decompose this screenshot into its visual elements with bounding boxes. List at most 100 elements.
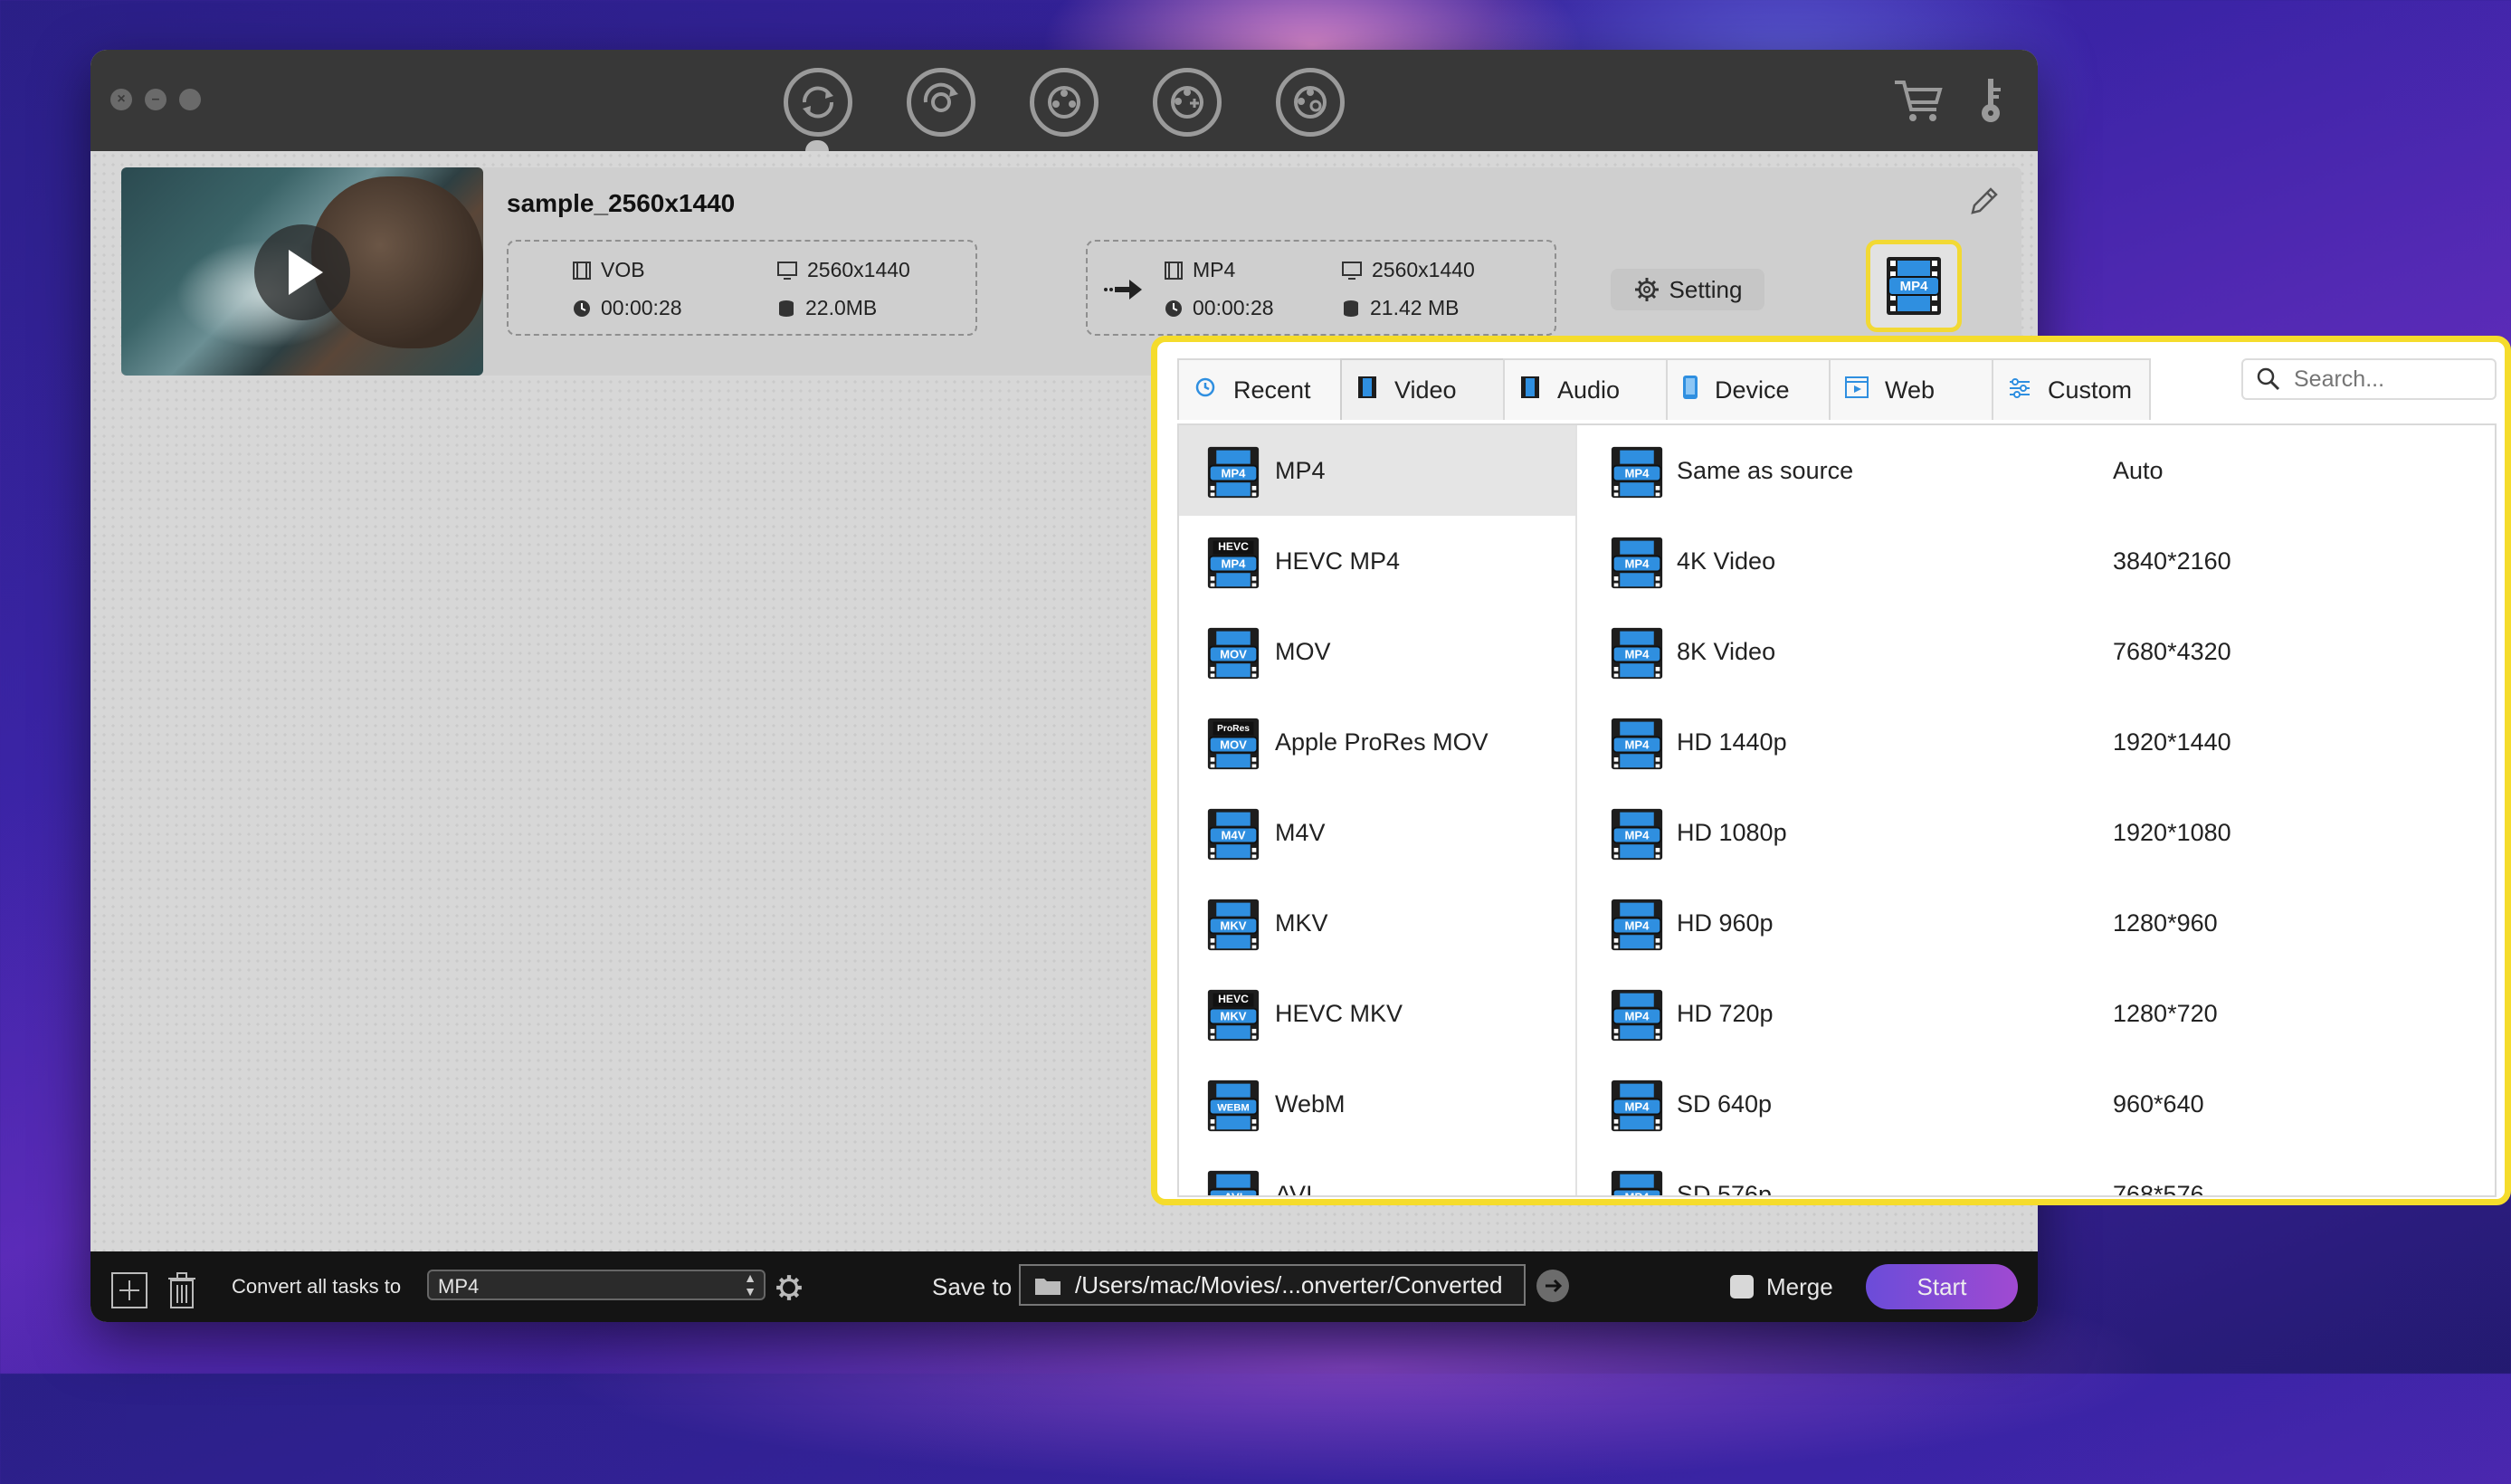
- format-item[interactable]: ProRes MOV Apple ProRes MOV: [1179, 697, 1575, 787]
- rotate-tool-button[interactable]: [907, 68, 975, 137]
- mp4-format-icon: MP4: [1611, 1080, 1663, 1132]
- search-input[interactable]: [2292, 365, 2495, 394]
- svg-text:MP4: MP4: [1625, 557, 1650, 571]
- format-item[interactable]: MOV MOV: [1179, 606, 1575, 697]
- format-label: HEVC MKV: [1275, 999, 1403, 1027]
- preset-name: SD 576p: [1677, 1180, 1773, 1197]
- format-list: MP4 MP4 HEVC MP4 HEVC MP4 MOV MOV ProRes…: [1179, 425, 1577, 1195]
- mov-format-icon: ProRes MOV: [1207, 718, 1260, 770]
- add-file-icon[interactable]: [110, 1271, 148, 1309]
- format-item[interactable]: MKV MKV: [1179, 878, 1575, 968]
- preset-item[interactable]: MP4 HD 720p 1280*720: [1577, 968, 2495, 1059]
- preset-name: HD 960p: [1677, 908, 1774, 937]
- svg-text:HEVC: HEVC: [1218, 540, 1249, 553]
- source-info-box: VOB 2560x1440 00:00:28 22.0MB: [507, 240, 977, 336]
- preset-item[interactable]: MP4 HD 1440p 1920*1440: [1577, 697, 2495, 787]
- preset-resolution: 1920*1080: [2113, 818, 2231, 846]
- format-item[interactable]: AVI AVI: [1179, 1149, 1575, 1197]
- trash-icon[interactable]: [165, 1271, 199, 1309]
- preset-item[interactable]: MP4 HD 960p 1280*960: [1577, 878, 2495, 968]
- tab-web[interactable]: Web: [1829, 358, 1993, 420]
- film-reel-icon: [1048, 86, 1080, 119]
- format-icon-wrap: M4V: [1206, 807, 1260, 866]
- preset-resolution: Auto: [2113, 456, 2164, 484]
- save-to-label: Save to: [932, 1273, 1013, 1300]
- media-tool-button[interactable]: [1276, 68, 1345, 137]
- setting-button[interactable]: Setting: [1611, 269, 1764, 310]
- open-folder-button[interactable]: [1536, 1270, 1569, 1302]
- svg-text:WEBM: WEBM: [1217, 1103, 1250, 1114]
- tab-audio[interactable]: Audio: [1503, 358, 1668, 420]
- convert-tool-button[interactable]: [784, 68, 852, 137]
- preset-item[interactable]: MP4 Same as source Auto: [1577, 425, 2495, 516]
- edit-pencil-icon[interactable]: [1967, 186, 2000, 218]
- bottom-bar: Convert all tasks to MP4 ▲ ▼ Save to /Use…: [90, 1251, 2038, 1322]
- preset-icon-wrap: MP4: [1610, 717, 1664, 775]
- tab-label: Video: [1394, 376, 1457, 404]
- merge-checkbox[interactable]: [1730, 1275, 1754, 1298]
- compress-tool-button[interactable]: [1153, 68, 1222, 137]
- format-label: MOV: [1275, 637, 1331, 665]
- m4v-format-icon: M4V: [1207, 808, 1260, 861]
- webm-format-icon: WEBM: [1207, 1080, 1260, 1132]
- tab-video[interactable]: Video: [1340, 358, 1505, 420]
- play-button[interactable]: [254, 224, 350, 320]
- preset-resolution: 1920*1440: [2113, 728, 2231, 756]
- file-name: sample_2560x1440: [507, 189, 736, 217]
- svg-text:MP4: MP4: [1222, 467, 1247, 480]
- tab-label: Custom: [2048, 376, 2133, 404]
- format-item[interactable]: HEVC MKV HEVC MKV: [1179, 968, 1575, 1059]
- target-info-box[interactable]: MP4 2560x1440 00:00:28 21.42 MB: [1086, 240, 1556, 336]
- preset-item[interactable]: MP4 8K Video 7680*4320: [1577, 606, 2495, 697]
- source-duration: 00:00:28: [601, 296, 682, 319]
- convert-all-select[interactable]: MP4 ▲ ▼: [427, 1270, 766, 1300]
- target-size: 21.42 MB: [1370, 296, 1460, 319]
- tab-label: Recent: [1233, 376, 1311, 404]
- preset-name: Same as source: [1677, 456, 1854, 484]
- format-item[interactable]: HEVC MP4 HEVC MP4: [1179, 516, 1575, 606]
- tab-device[interactable]: Device: [1666, 358, 1831, 420]
- cart-icon[interactable]: [1891, 75, 1945, 126]
- preset-name: 4K Video: [1677, 547, 1776, 575]
- video-thumbnail[interactable]: [121, 167, 483, 376]
- svg-text:MOV: MOV: [1220, 648, 1247, 661]
- svg-text:MP4: MP4: [1625, 648, 1650, 661]
- preset-item[interactable]: MP4 4K Video 3840*2160: [1577, 516, 2495, 606]
- minimize-window-button[interactable]: –: [145, 89, 166, 110]
- preset-item[interactable]: MP4 SD 576p 768*576: [1577, 1149, 2495, 1197]
- gear-icon: [1634, 278, 1659, 301]
- format-item[interactable]: M4V M4V: [1179, 787, 1575, 878]
- preset-item[interactable]: MP4 HD 1080p 1920*1080: [1577, 787, 2495, 878]
- search-box[interactable]: [2241, 358, 2497, 400]
- svg-text:MKV: MKV: [1220, 919, 1246, 933]
- start-button[interactable]: Start: [1866, 1264, 2018, 1309]
- format-item[interactable]: MP4 MP4: [1179, 425, 1575, 516]
- format-item[interactable]: WEBM WebM: [1179, 1059, 1575, 1149]
- close-window-button[interactable]: ×: [110, 89, 132, 110]
- zoom-window-button[interactable]: [179, 89, 201, 110]
- tab-custom[interactable]: Custom: [1992, 358, 2151, 420]
- format-label: Apple ProRes MOV: [1275, 728, 1489, 756]
- preset-icon-wrap: MP4: [1610, 626, 1664, 685]
- convert-all-label: Convert all tasks to: [232, 1275, 402, 1298]
- preset-name: 8K Video: [1677, 637, 1776, 665]
- preset-name: HD 720p: [1677, 999, 1774, 1027]
- svg-text:MP4: MP4: [1625, 1100, 1650, 1114]
- mov-format-icon: MOV: [1207, 627, 1260, 680]
- save-path-field[interactable]: /Users/mac/Movies/...onverter/Converted: [1019, 1264, 1526, 1306]
- play-icon: [289, 250, 323, 295]
- settings-gear-icon[interactable]: [775, 1273, 804, 1302]
- svg-text:AVI: AVI: [1224, 1191, 1243, 1197]
- mkv-format-icon: MKV: [1207, 899, 1260, 951]
- register-key-icon[interactable]: [1973, 75, 2009, 126]
- film-icon: [1165, 261, 1183, 280]
- format-icon-wrap: WEBM: [1206, 1079, 1260, 1137]
- preset-resolution: 1280*960: [2113, 908, 2218, 937]
- clock-icon: [1165, 300, 1182, 317]
- output-format-button[interactable]: MP4: [1866, 240, 1962, 332]
- format-icon-wrap: HEVC MP4: [1206, 536, 1260, 595]
- preset-item[interactable]: MP4 SD 640p 960*640: [1577, 1059, 2495, 1149]
- tab-recent[interactable]: Recent: [1177, 358, 1342, 420]
- edit-video-tool-button[interactable]: [1030, 68, 1099, 137]
- title-bar: × –: [90, 50, 2038, 151]
